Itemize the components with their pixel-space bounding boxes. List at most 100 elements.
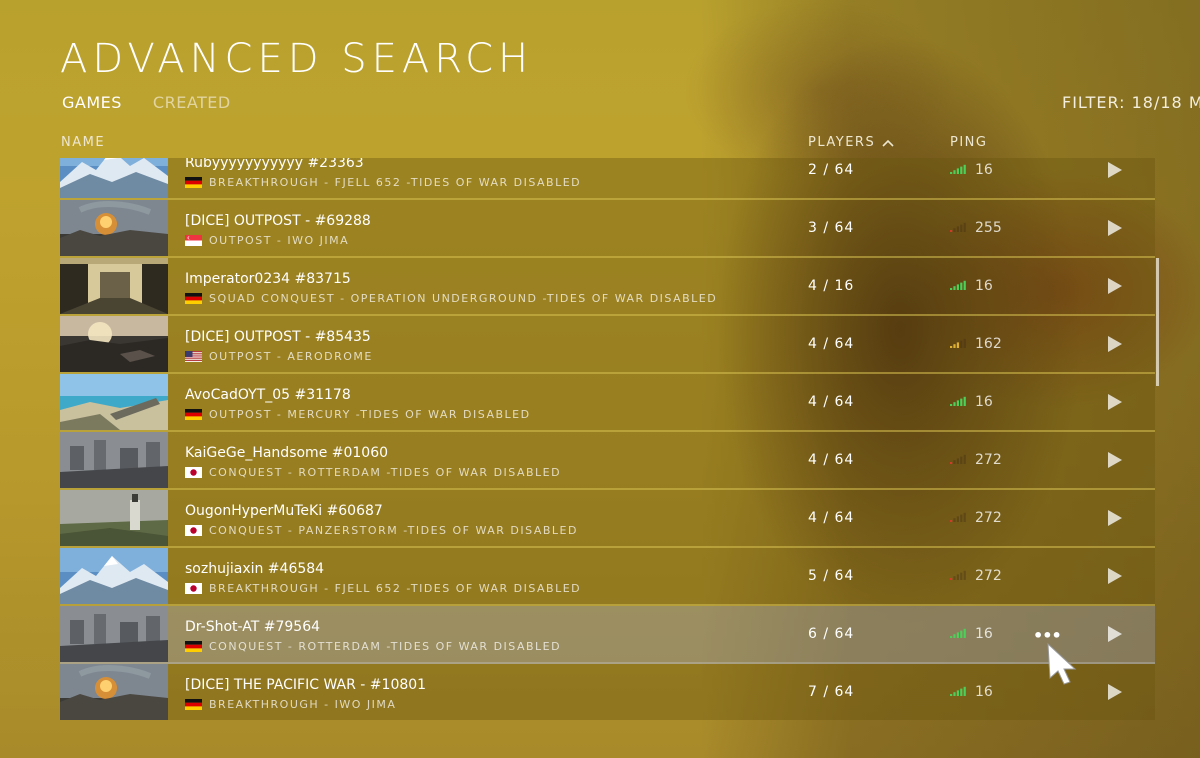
server-mode-map: BREAKTHROUGH - FJELL 652 -TIDES OF WAR D… bbox=[209, 176, 582, 189]
server-mode-map: SQUAD CONQUEST - OPERATION UNDERGROUND -… bbox=[209, 292, 718, 305]
column-header-players-label: PLAYERS bbox=[808, 135, 876, 150]
mouse-cursor-icon bbox=[1047, 642, 1077, 685]
map-thumbnail bbox=[60, 606, 168, 662]
play-icon[interactable] bbox=[1107, 219, 1123, 237]
map-thumbnail bbox=[60, 664, 168, 720]
ping-strength-icon bbox=[950, 686, 966, 696]
server-name: [DICE] THE PACIFIC WAR - #10801 bbox=[185, 677, 427, 693]
server-mode-map: BREAKTHROUGH - FJELL 652 -TIDES OF WAR D… bbox=[209, 582, 582, 595]
play-icon[interactable] bbox=[1107, 567, 1123, 585]
server-thumbnail bbox=[60, 200, 168, 256]
server-row[interactable]: Dr-Shot-AT #79564 CONQUEST - ROTTERDAM -T… bbox=[60, 606, 1155, 664]
server-thumbnail bbox=[60, 374, 168, 430]
server-subline: CONQUEST - PANZERSTORM -TIDES OF WAR DIS… bbox=[185, 524, 578, 537]
play-icon[interactable] bbox=[1107, 335, 1123, 353]
server-ping: 272 bbox=[975, 568, 1002, 584]
flag-jp-icon bbox=[185, 525, 202, 536]
tab-created[interactable]: CREATED bbox=[153, 93, 231, 112]
ping-strength-icon bbox=[950, 512, 966, 522]
server-mode-map: CONQUEST - ROTTERDAM -TIDES OF WAR DISAB… bbox=[209, 466, 562, 479]
scrollbar[interactable] bbox=[1156, 258, 1159, 386]
ping-strength-icon bbox=[950, 628, 966, 638]
play-icon[interactable] bbox=[1107, 509, 1123, 527]
server-thumbnail bbox=[60, 548, 168, 604]
server-players: 4 / 64 bbox=[808, 510, 855, 526]
server-ping: 16 bbox=[975, 626, 993, 642]
server-row[interactable]: Imperator0234 #83715 SQUAD CONQUEST - OPE… bbox=[60, 258, 1155, 316]
play-icon[interactable] bbox=[1107, 161, 1123, 179]
server-players: 4 / 64 bbox=[808, 394, 855, 410]
server-name: KaiGeGe_Handsome #01060 bbox=[185, 445, 389, 461]
server-name: OugonHyperMuTeKi #60687 bbox=[185, 503, 383, 519]
server-subline: BREAKTHROUGH - IWO JIMA bbox=[185, 698, 396, 711]
server-row[interactable]: KaiGeGe_Handsome #01060 CONQUEST - ROTTER… bbox=[60, 432, 1155, 490]
server-thumbnail bbox=[60, 606, 168, 662]
server-subline: CONQUEST - ROTTERDAM -TIDES OF WAR DISAB… bbox=[185, 640, 561, 653]
server-row[interactable]: Rubyyyyyyyyyyy #23363 BREAKTHROUGH - FJEL… bbox=[60, 158, 1155, 200]
server-thumbnail bbox=[60, 432, 168, 488]
server-mode-map: OUTPOST - MERCURY -TIDES OF WAR DISABLED bbox=[209, 408, 531, 421]
server-ping: 162 bbox=[975, 336, 1002, 352]
map-thumbnail bbox=[60, 548, 168, 604]
column-header-ping[interactable]: PING bbox=[950, 135, 987, 150]
server-ping: 16 bbox=[975, 394, 993, 410]
play-icon[interactable] bbox=[1107, 625, 1123, 643]
server-ping: 16 bbox=[975, 278, 993, 294]
server-row[interactable]: AvoCadOYT_05 #31178 OUTPOST - MERCURY -TI… bbox=[60, 374, 1155, 432]
server-players: 7 / 64 bbox=[808, 684, 855, 700]
ping-strength-icon bbox=[950, 454, 966, 464]
flag-sg-icon bbox=[185, 235, 202, 246]
server-row[interactable]: OugonHyperMuTeKi #60687 CONQUEST - PANZER… bbox=[60, 490, 1155, 548]
map-thumbnail bbox=[60, 158, 168, 198]
server-name: Dr-Shot-AT #79564 bbox=[185, 619, 321, 635]
server-name: [DICE] OUTPOST - #85435 bbox=[185, 329, 371, 345]
server-list: Rubyyyyyyyyyyy #23363 BREAKTHROUGH - FJEL… bbox=[60, 158, 1155, 720]
play-icon[interactable] bbox=[1107, 451, 1123, 469]
server-name: Rubyyyyyyyyyyy #23363 bbox=[185, 158, 364, 171]
tab-games[interactable]: GAMES bbox=[62, 93, 122, 112]
server-subline: OUTPOST - AERODROME bbox=[185, 350, 373, 363]
map-thumbnail bbox=[60, 316, 168, 372]
server-subline: SQUAD CONQUEST - OPERATION UNDERGROUND -… bbox=[185, 292, 717, 305]
server-mode-map: OUTPOST - IWO JIMA bbox=[209, 234, 350, 247]
server-ping: 272 bbox=[975, 452, 1002, 468]
server-ping: 16 bbox=[975, 162, 993, 178]
map-thumbnail bbox=[60, 258, 168, 314]
map-thumbnail bbox=[60, 432, 168, 488]
map-thumbnail bbox=[60, 374, 168, 430]
server-row[interactable]: [DICE] THE PACIFIC WAR - #10801 BREAKTHRO… bbox=[60, 664, 1155, 720]
play-icon[interactable] bbox=[1107, 277, 1123, 295]
sort-ascending-icon bbox=[882, 139, 894, 147]
page-title: ADVANCED SEARCH bbox=[60, 36, 534, 82]
server-players: 5 / 64 bbox=[808, 568, 855, 584]
ping-strength-icon bbox=[950, 280, 966, 290]
map-thumbnail bbox=[60, 490, 168, 546]
server-players: 4 / 64 bbox=[808, 452, 855, 468]
server-players: 4 / 16 bbox=[808, 278, 855, 294]
server-name: AvoCadOYT_05 #31178 bbox=[185, 387, 351, 403]
flag-de-icon bbox=[185, 293, 202, 304]
server-subline: CONQUEST - ROTTERDAM -TIDES OF WAR DISAB… bbox=[185, 466, 561, 479]
server-row[interactable]: [DICE] OUTPOST - #69288 OUTPOST - IWO JIM… bbox=[60, 200, 1155, 258]
server-mode-map: CONQUEST - PANZERSTORM -TIDES OF WAR DIS… bbox=[209, 524, 578, 537]
column-header-players[interactable]: PLAYERS bbox=[808, 135, 894, 150]
server-ping: 255 bbox=[975, 220, 1002, 236]
flag-de-icon bbox=[185, 699, 202, 710]
server-subline: OUTPOST - MERCURY -TIDES OF WAR DISABLED bbox=[185, 408, 531, 421]
column-header-name[interactable]: NAME bbox=[61, 135, 105, 150]
server-thumbnail bbox=[60, 158, 168, 198]
server-row[interactable]: sozhujiaxin #46584 BREAKTHROUGH - FJELL 6… bbox=[60, 548, 1155, 606]
server-thumbnail bbox=[60, 490, 168, 546]
server-name: [DICE] OUTPOST - #69288 bbox=[185, 213, 371, 229]
server-thumbnail bbox=[60, 258, 168, 314]
flag-jp-icon bbox=[185, 583, 202, 594]
play-icon[interactable] bbox=[1107, 393, 1123, 411]
flag-jp-icon bbox=[185, 467, 202, 478]
server-subline: OUTPOST - IWO JIMA bbox=[185, 234, 349, 247]
server-mode-map: OUTPOST - AERODROME bbox=[209, 350, 373, 363]
play-icon[interactable] bbox=[1107, 683, 1123, 701]
server-players: 3 / 64 bbox=[808, 220, 855, 236]
filter-button[interactable]: FILTER: 18/18 M bbox=[1062, 93, 1200, 112]
ping-strength-icon bbox=[950, 570, 966, 580]
server-row[interactable]: [DICE] OUTPOST - #85435 OUTPOST - AERODRO… bbox=[60, 316, 1155, 374]
